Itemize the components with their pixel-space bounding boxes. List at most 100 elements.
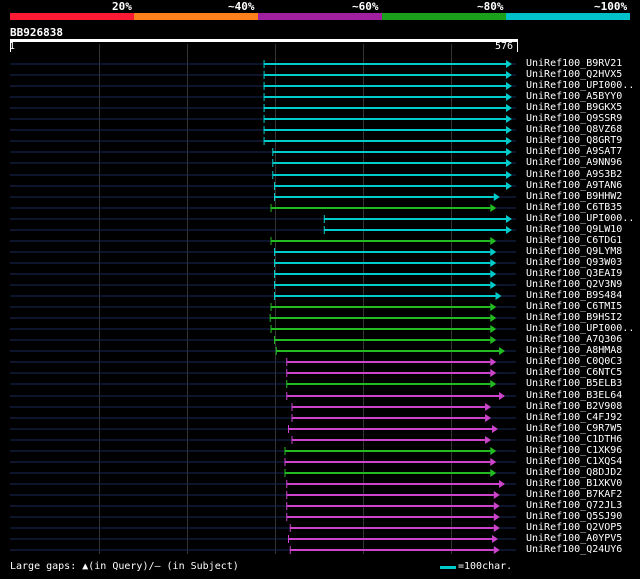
hit-row[interactable] [10, 347, 516, 355]
hit-label[interactable]: UniRef100_Q5SJ90 [526, 511, 622, 522]
hit-row[interactable] [10, 436, 516, 444]
hit-row[interactable] [10, 148, 516, 156]
hit-row[interactable] [10, 226, 516, 234]
hit-label[interactable]: UniRef100_B5ELB3 [526, 378, 622, 389]
hit-row[interactable] [10, 171, 516, 179]
hit-label[interactable]: UniRef100_B9GKX5 [526, 102, 622, 113]
hit-label[interactable]: UniRef100_Q2VOP5 [526, 522, 622, 533]
hit-label[interactable]: UniRef100_Q9LYM8 [526, 246, 622, 257]
hit-row[interactable] [10, 115, 516, 123]
hit-row[interactable] [10, 358, 516, 366]
hit-end-arrow [492, 425, 499, 433]
hit-label[interactable]: UniRef100_C9R7W5 [526, 423, 622, 434]
hit-row[interactable] [10, 270, 516, 278]
hit-label[interactable]: UniRef100_A0YPV5 [526, 533, 622, 544]
hit-end-arrow [506, 171, 512, 179]
hit-label[interactable]: UniRef100_Q24UY6 [526, 544, 622, 555]
hit-row[interactable] [10, 281, 516, 289]
hit-row[interactable] [10, 303, 516, 311]
hit-row[interactable] [10, 71, 516, 79]
hit-row[interactable] [10, 458, 516, 466]
hit-end-arrow [490, 303, 497, 311]
hit-row[interactable] [10, 469, 516, 477]
hit-row[interactable] [10, 182, 516, 190]
hit-label[interactable]: UniRef100_C1XK96 [526, 445, 622, 456]
hit-row[interactable] [10, 314, 516, 322]
hit-label[interactable]: UniRef100_A9NN96 [526, 157, 622, 168]
hit-label[interactable]: UniRef100_B7KAF2 [526, 489, 622, 500]
hit-label[interactable]: UniRef100_UPI000.. [526, 213, 634, 224]
hit-end-arrow [506, 148, 512, 156]
hit-row[interactable] [10, 60, 516, 68]
hit-label[interactable]: UniRef100_Q8GRT9 [526, 135, 622, 146]
hit-label[interactable]: UniRef100_A8HMA8 [526, 345, 622, 356]
hit-end-arrow [490, 325, 497, 333]
hit-label[interactable]: UniRef100_Q8DJD2 [526, 467, 622, 478]
hit-row[interactable] [10, 159, 516, 167]
hit-row[interactable] [10, 502, 516, 510]
hit-row[interactable] [10, 513, 516, 521]
hit-label[interactable]: UniRef100_C6NTC5 [526, 367, 622, 378]
hit-label[interactable]: UniRef100_Q9LW10 [526, 224, 622, 235]
hit-label[interactable]: UniRef100_B3EL64 [526, 390, 622, 401]
hit-label[interactable]: UniRef100_UPI000.. [526, 323, 634, 334]
hit-end-arrow [493, 502, 500, 510]
hit-end-arrow [493, 546, 500, 554]
hit-row[interactable] [10, 447, 516, 455]
hit-row[interactable] [10, 425, 516, 433]
hit-row[interactable] [10, 403, 516, 411]
hit-label[interactable]: UniRef100_B9HHW2 [526, 191, 622, 202]
hit-row[interactable] [10, 380, 516, 388]
hit-label[interactable]: UniRef100_A9SAT7 [526, 146, 622, 157]
hit-label[interactable]: UniRef100_Q9SSR9 [526, 113, 622, 124]
hit-label[interactable]: UniRef100_B9S484 [526, 290, 622, 301]
hit-label[interactable]: UniRef100_C6TDG1 [526, 235, 622, 246]
hit-row[interactable] [10, 546, 516, 554]
hit-row[interactable] [10, 369, 516, 377]
hit-end-arrow [490, 380, 497, 388]
hit-label[interactable]: UniRef100_B1XKV0 [526, 478, 622, 489]
hit-label[interactable]: UniRef100_Q93W03 [526, 257, 622, 268]
hit-end-arrow [490, 259, 497, 267]
hit-label[interactable]: UniRef100_UPI000.. [526, 80, 634, 91]
hit-row[interactable] [10, 480, 516, 488]
hit-row[interactable] [10, 237, 516, 245]
hit-row[interactable] [10, 414, 516, 422]
hit-label[interactable]: UniRef100_Q8VZ68 [526, 124, 622, 135]
hit-label[interactable]: UniRef100_Q3EAI9 [526, 268, 622, 279]
hit-label[interactable]: UniRef100_B9HSI2 [526, 312, 622, 323]
hit-row[interactable] [10, 491, 516, 499]
hit-label[interactable]: UniRef100_C1DTH6 [526, 434, 622, 445]
hit-label[interactable]: UniRef100_A9TAN6 [526, 180, 622, 191]
hit-label[interactable]: UniRef100_A5BYY0 [526, 91, 622, 102]
hit-row[interactable] [10, 126, 516, 134]
hit-row[interactable] [10, 215, 516, 223]
hit-row[interactable] [10, 137, 516, 145]
hit-label[interactable]: UniRef100_C6TB35 [526, 202, 622, 213]
hit-row[interactable] [10, 248, 516, 256]
hit-row[interactable] [10, 524, 516, 532]
hit-row[interactable] [10, 325, 516, 333]
hit-row[interactable] [10, 204, 516, 212]
hit-label[interactable]: UniRef100_Q2HVX5 [526, 69, 622, 80]
hit-row[interactable] [10, 535, 516, 543]
hit-label[interactable]: UniRef100_A9S3B2 [526, 169, 622, 180]
hit-label[interactable]: UniRef100_A7Q306 [526, 334, 622, 345]
hit-label[interactable]: UniRef100_Q72JL3 [526, 500, 622, 511]
hit-row[interactable] [10, 104, 516, 112]
hit-label[interactable]: UniRef100_C4FJ92 [526, 412, 622, 423]
hit-row[interactable] [10, 392, 516, 400]
hit-row[interactable] [10, 82, 516, 90]
hit-label[interactable]: UniRef100_Q2V3N9 [526, 279, 622, 290]
hit-row[interactable] [10, 259, 516, 267]
gaps-legend: Large gaps: ▲(in Query)/– (in Subject) [10, 561, 239, 572]
hit-row[interactable] [10, 336, 516, 344]
hit-row[interactable] [10, 193, 516, 201]
hit-label[interactable]: UniRef100_C1XQS4 [526, 456, 622, 467]
hit-label[interactable]: UniRef100_B9RV21 [526, 58, 622, 69]
hit-label[interactable]: UniRef100_C0Q0C3 [526, 356, 622, 367]
hit-row[interactable] [10, 93, 516, 101]
hit-label[interactable]: UniRef100_B2V908 [526, 401, 622, 412]
hit-label[interactable]: UniRef100_C6TMI5 [526, 301, 622, 312]
hit-row[interactable] [10, 292, 516, 300]
